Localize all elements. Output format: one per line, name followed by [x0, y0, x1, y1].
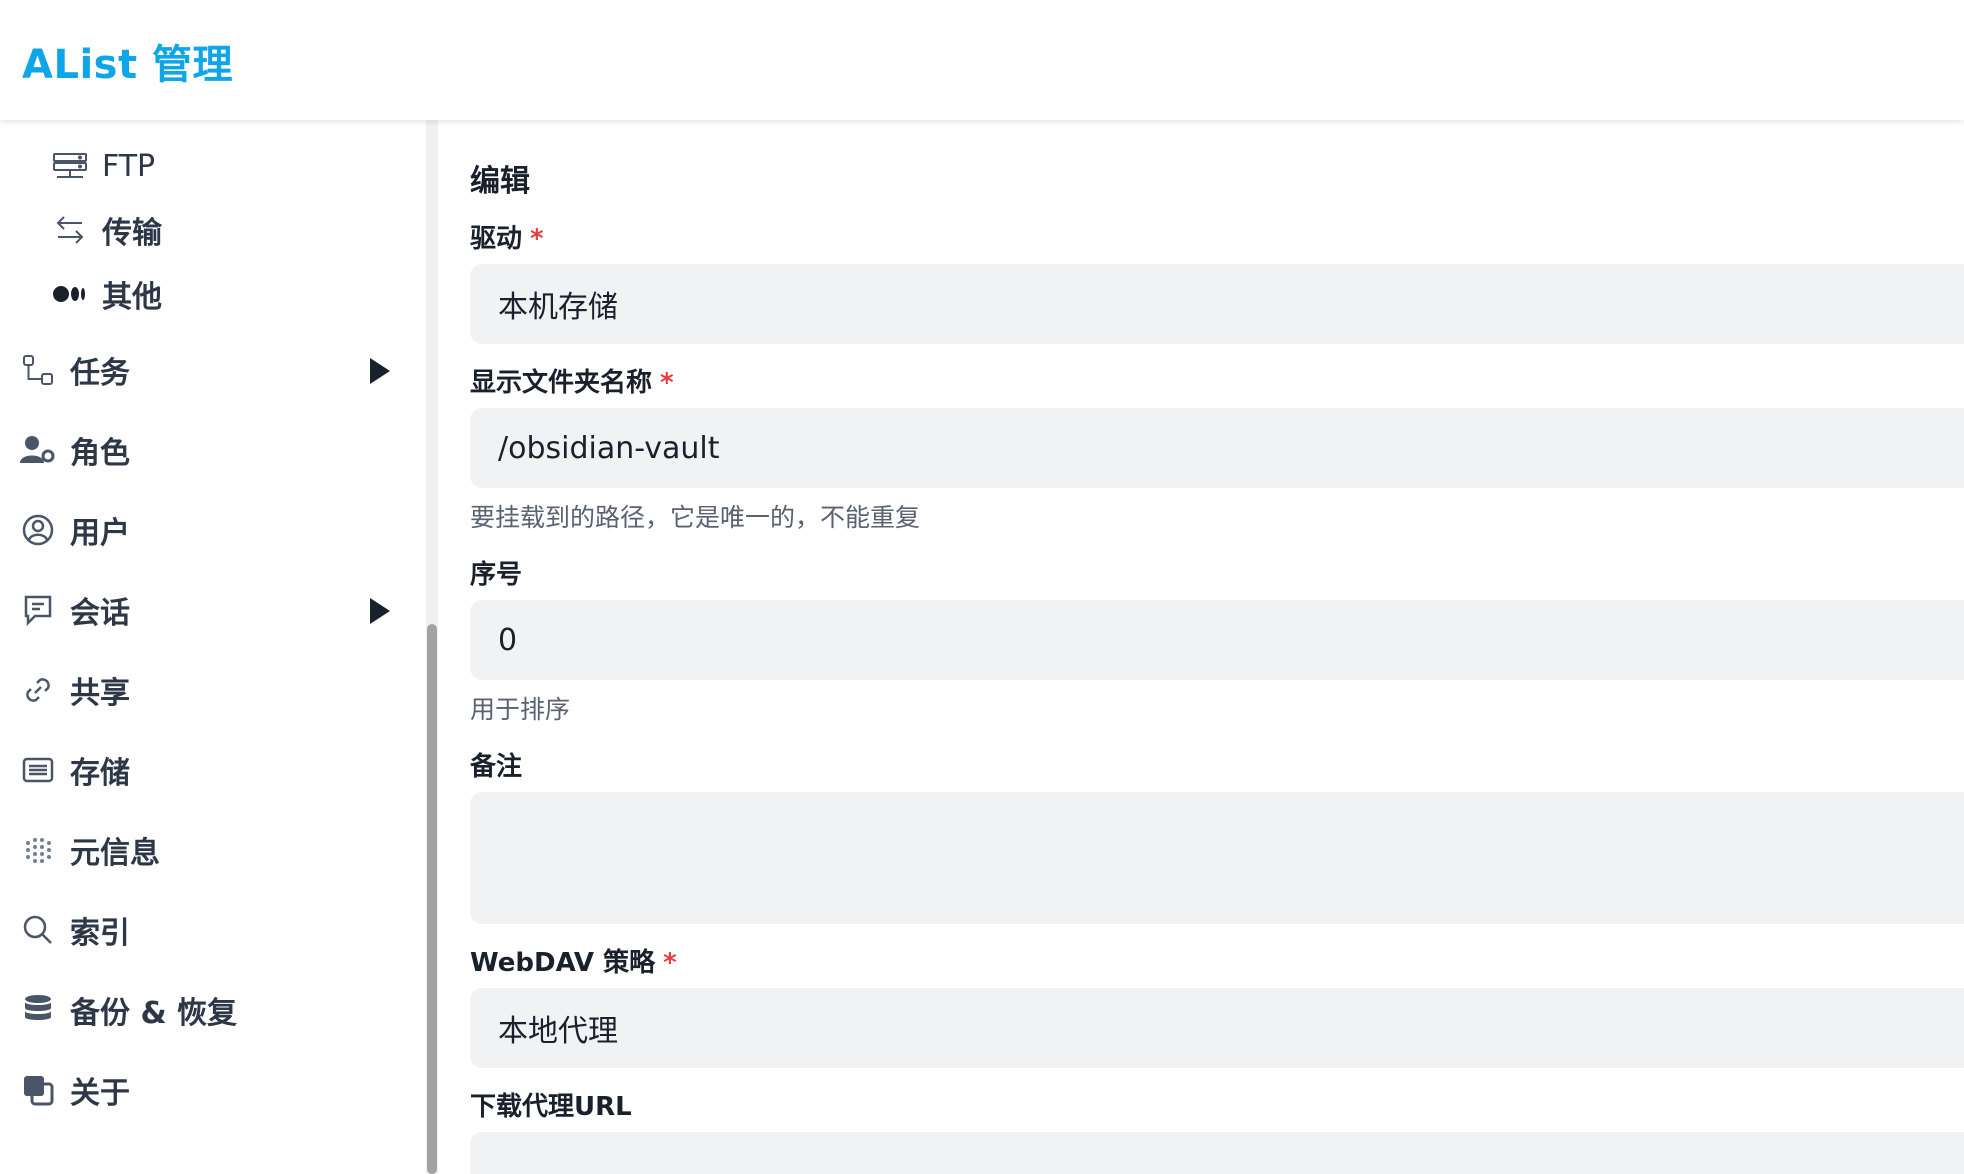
required-mark: *	[660, 368, 674, 398]
sidebar-item-transfer[interactable]: 传输	[0, 200, 426, 260]
expand-arrow-icon[interactable]	[370, 358, 390, 384]
chat-icon	[20, 592, 56, 628]
meta-dots-icon	[20, 832, 56, 868]
sidebar: FTP 传输 其他 任务 角色 用户 会话 共享 存储 元信息 索引 备份 & …	[0, 120, 426, 1174]
webdav-policy-label-text: WebDAV 策略	[470, 948, 656, 978]
driver-label-text: 驱动	[470, 224, 523, 254]
webdav-policy-value: 本地代理	[498, 1014, 618, 1049]
sidebar-item-other[interactable]: 其他	[0, 264, 426, 324]
required-mark: *	[530, 224, 544, 254]
down-proxy-url-label: 下载代理URL	[470, 1092, 632, 1122]
database-icon	[20, 992, 56, 1028]
sidebar-item-label: FTP	[102, 148, 156, 184]
sidebar-item-users[interactable]: 用户	[0, 500, 426, 560]
workflow-icon	[20, 352, 56, 388]
page-title: 编辑	[470, 164, 530, 199]
webdav-policy-select[interactable]: 本地代理	[470, 988, 1964, 1068]
sidebar-item-about[interactable]: 关于	[0, 1060, 426, 1120]
link-icon	[20, 672, 56, 708]
sidebar-item-index[interactable]: 索引	[0, 900, 426, 960]
sidebar-item-label: 任务	[70, 356, 130, 391]
user-circle-icon	[20, 512, 56, 548]
order-input[interactable]: 0	[470, 600, 1964, 680]
sidebar-scrollbar-thumb[interactable]	[427, 624, 437, 1174]
expand-arrow-icon[interactable]	[370, 598, 390, 624]
sidebar-item-label: 索引	[70, 916, 130, 951]
sidebar-item-share[interactable]: 共享	[0, 660, 426, 720]
sidebar-item-label: 存储	[70, 756, 130, 791]
remark-textarea[interactable]	[470, 792, 1964, 924]
about-squares-icon	[20, 1072, 56, 1108]
mount-path-label-text: 显示文件夹名称	[470, 368, 653, 398]
mount-path-help: 要挂载到的路径，它是唯一的，不能重复	[470, 503, 921, 532]
sidebar-item-backup-restore[interactable]: 备份 & 恢复	[0, 980, 426, 1040]
sidebar-item-meta[interactable]: 元信息	[0, 820, 426, 880]
order-value: 0	[498, 622, 518, 658]
sidebar-item-ftp[interactable]: FTP	[0, 136, 426, 196]
remark-label: 备注	[470, 752, 523, 782]
main-content: 编辑 驱动 * 本机存储 显示文件夹名称 * /obsidian-vault 要挂载…	[438, 120, 1964, 1174]
mount-path-label: 显示文件夹名称 *	[470, 362, 674, 399]
sidebar-item-label: 共享	[70, 676, 130, 711]
search-icon	[20, 912, 56, 948]
user-gear-icon	[20, 432, 56, 468]
dots-icon	[52, 276, 88, 312]
sidebar-item-label: 其他	[102, 280, 162, 315]
mount-path-input[interactable]: /obsidian-vault	[470, 408, 1964, 488]
sidebar-item-label: 元信息	[70, 836, 160, 871]
storage-list-icon	[20, 752, 56, 788]
order-label: 序号	[470, 560, 523, 590]
transfer-arrows-icon	[52, 212, 88, 248]
sidebar-item-label: 会话	[70, 596, 130, 631]
sidebar-item-label: 关于	[70, 1076, 130, 1111]
sidebar-item-sessions[interactable]: 会话	[0, 580, 426, 640]
driver-select[interactable]: 本机存储	[470, 264, 1964, 344]
sidebar-item-label: 备份 & 恢复	[70, 996, 238, 1031]
driver-label: 驱动 *	[470, 218, 544, 255]
driver-select-value: 本机存储	[498, 290, 618, 325]
mount-path-value: /obsidian-vault	[498, 430, 720, 466]
sidebar-item-label: 用户	[70, 516, 130, 551]
sidebar-item-roles[interactable]: 角色	[0, 420, 426, 480]
required-mark: *	[663, 948, 677, 978]
webdav-policy-label: WebDAV 策略 *	[470, 942, 677, 979]
top-header: AList 管理	[0, 0, 1964, 120]
sidebar-item-tasks[interactable]: 任务	[0, 340, 426, 400]
order-help: 用于排序	[470, 695, 571, 724]
server-icon	[52, 148, 88, 184]
sidebar-item-label: 角色	[70, 436, 130, 471]
app-title[interactable]: AList 管理	[22, 32, 233, 90]
sidebar-item-label: 传输	[102, 216, 162, 251]
sidebar-item-storage[interactable]: 存储	[0, 740, 426, 800]
down-proxy-url-input[interactable]	[470, 1132, 1964, 1174]
